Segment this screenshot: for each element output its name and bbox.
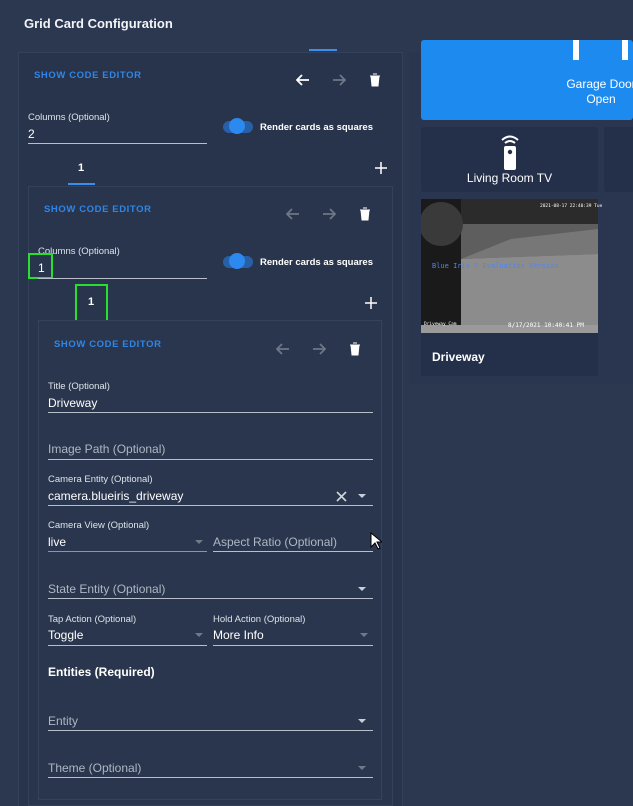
image-path-underline [48, 459, 373, 460]
hold-action-label: Hold Action (Optional) [213, 614, 306, 625]
show-code-editor-button[interactable]: SHOW CODE EDITOR [44, 204, 152, 215]
delete-icon[interactable] [365, 70, 385, 90]
clear-icon[interactable] [331, 486, 351, 506]
remote-icon [498, 134, 522, 175]
delete-icon[interactable] [345, 339, 365, 359]
columns-underline [38, 278, 207, 279]
theme-underline [48, 777, 373, 778]
tab-card-1[interactable]: 1 [88, 296, 94, 308]
chevron-down-icon[interactable] [195, 633, 203, 637]
show-code-editor-button[interactable]: SHOW CODE EDITOR [34, 70, 142, 81]
arrow-forward-icon[interactable] [309, 339, 329, 359]
arrow-back-icon[interactable] [273, 339, 293, 359]
camera-entity-underline [48, 505, 373, 506]
chevron-down-icon[interactable] [358, 719, 366, 723]
arrow-back-icon[interactable] [293, 70, 313, 90]
picture-card-editor [38, 320, 382, 800]
camera-view-label: Camera View (Optional) [48, 520, 150, 531]
image-path-input[interactable]: Image Path (Optional) [48, 442, 165, 456]
square-toggle-label: Render cards as squares [260, 257, 374, 268]
tap-action-select[interactable]: Toggle [48, 628, 83, 642]
camera-name-overlay: Driveway Cam [424, 322, 457, 327]
tap-action-underline [48, 645, 207, 646]
chevron-down-icon[interactable] [358, 766, 366, 770]
next-tile[interactable] [604, 127, 633, 192]
square-toggle-knob[interactable] [229, 253, 245, 269]
chevron-down-icon[interactable] [358, 587, 366, 591]
theme-select[interactable]: Theme (Optional) [48, 761, 141, 775]
title-label: Title (Optional) [48, 381, 110, 392]
chevron-down-icon[interactable] [360, 633, 368, 637]
hold-action-select[interactable]: More Info [213, 628, 264, 642]
garage-icon [573, 40, 579, 60]
delete-icon[interactable] [355, 204, 375, 224]
hold-action-underline [213, 645, 373, 646]
columns-label: Columns (Optional) [28, 112, 110, 123]
camera-view-underline [48, 551, 207, 552]
garage-door-label: Garage Door [566, 77, 633, 91]
entity-underline [48, 730, 373, 731]
chevron-down-icon[interactable] [358, 494, 366, 498]
arrow-back-icon[interactable] [283, 204, 303, 224]
title-underline [48, 412, 373, 413]
arrow-forward-icon[interactable] [329, 70, 349, 90]
aspect-ratio-input[interactable]: Aspect Ratio (Optional) [213, 535, 337, 549]
plus-icon[interactable] [361, 293, 381, 313]
plus-icon[interactable] [371, 158, 391, 178]
square-toggle-label: Render cards as squares [260, 122, 374, 133]
camera-view-select[interactable]: live [48, 535, 66, 549]
top-tab-indicator [309, 49, 337, 51]
tap-action-label: Tap Action (Optional) [48, 614, 137, 625]
page-title: Grid Card Configuration [24, 16, 173, 31]
columns-input[interactable]: 1 [38, 261, 45, 275]
living-room-tv-label: Living Room TV [466, 171, 553, 185]
camera-entity-input[interactable]: camera.blueiris_driveway [48, 489, 183, 503]
entities-heading: Entities (Required) [48, 665, 155, 679]
show-code-editor-button[interactable]: SHOW CODE EDITOR [54, 339, 162, 350]
entity-input[interactable]: Entity [48, 714, 78, 728]
camera-overlay-text: Blue Iris 5 Evaluation Version [432, 262, 559, 270]
aspect-ratio-underline [213, 551, 373, 552]
tab-card-1[interactable]: 1 [78, 162, 84, 174]
camera-timestamp: 2021-08-17 22:40:39 Tue [540, 204, 603, 209]
mouse-cursor-icon [370, 531, 384, 555]
camera-title: Driveway [432, 350, 485, 364]
state-entity-underline [48, 598, 373, 599]
columns-input[interactable]: 2 [28, 127, 35, 141]
garage-door-state: Open [586, 92, 616, 106]
camera-entity-label: Camera Entity (Optional) [48, 474, 153, 485]
tab-indicator [68, 183, 95, 185]
title-input[interactable]: Driveway [48, 396, 97, 410]
state-entity-input[interactable]: State Entity (Optional) [48, 582, 165, 596]
chevron-down-icon[interactable] [195, 540, 203, 544]
columns-underline [28, 143, 207, 144]
camera-time-overlay: 8/17/2021 10:40:41 PM [508, 322, 584, 329]
arrow-forward-icon[interactable] [319, 204, 339, 224]
square-toggle-knob[interactable] [229, 118, 245, 134]
garage-icon [622, 40, 628, 60]
